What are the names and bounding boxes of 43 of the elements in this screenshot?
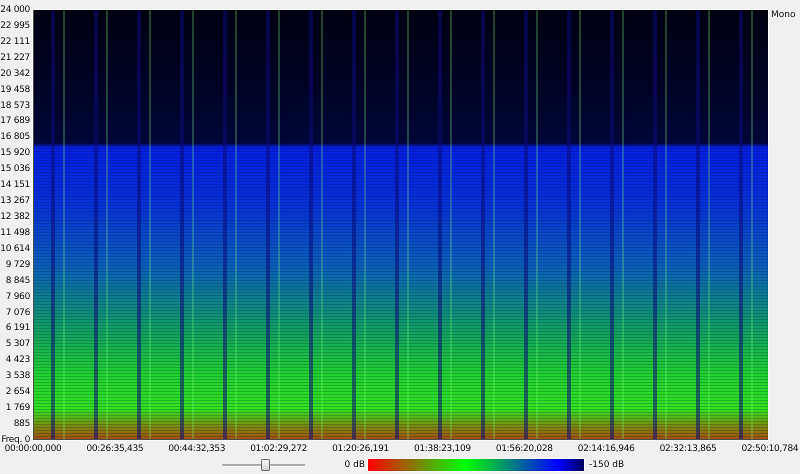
slider-thumb[interactable]	[261, 459, 270, 471]
y-axis-label: Freq. 0	[1, 434, 30, 445]
zoom-slider[interactable]	[222, 459, 305, 471]
y-axis-label: 15 920	[0, 147, 31, 160]
y-axis-label: 18 573	[0, 100, 31, 112]
x-axis-label: 01:02:29,272	[249, 444, 308, 454]
x-axis-label: 02:32:13,865	[658, 444, 718, 454]
y-axis-label: 13 267	[0, 195, 31, 208]
channel-label: Mono	[770, 9, 796, 22]
scale-min-label: -150 dB	[589, 460, 624, 470]
y-axis-label: 1 769	[6, 402, 31, 414]
y-axis-label: 8 845	[6, 274, 31, 287]
y-axis-label: 21 227	[0, 52, 31, 64]
y-axis-label: 10 614	[0, 242, 31, 255]
y-axis-label: 19 458	[0, 84, 31, 96]
y-axis-label: 24 000	[0, 4, 31, 16]
y-axis-label: 15 036	[0, 163, 31, 176]
y-axis-label: 17 689	[0, 115, 31, 128]
x-axis-label: 00:44:32,353	[167, 444, 226, 454]
y-axis-label: 22 111	[0, 36, 31, 48]
y-axis-label: 14 151	[0, 179, 31, 192]
x-axis-label: 02:50:10,784	[740, 444, 800, 454]
y-axis-label: 11 498	[0, 226, 31, 239]
y-axis-label: 16 805	[0, 131, 31, 144]
y-axis-label: 3 538	[6, 370, 31, 382]
x-axis-label: 01:38:23,109	[412, 444, 472, 454]
x-axis-label: 01:20:26,191	[331, 444, 390, 454]
y-axis-label: 9 729	[6, 258, 31, 271]
y-axis-label: 5 307	[6, 338, 31, 350]
y-axis-label: 20 342	[0, 68, 31, 80]
y-axis-label: 6 191	[6, 322, 31, 334]
x-axis-label: 00:26:35,435	[85, 444, 144, 454]
y-axis-label: 885	[14, 418, 31, 430]
y-axis-label: 22 995	[0, 20, 31, 32]
x-axis-label: 02:14:16,946	[576, 444, 636, 454]
y-axis-label: 7 960	[6, 290, 31, 303]
scale-max-label: 0 dB	[344, 460, 366, 470]
y-axis-label: 7 076	[6, 306, 31, 319]
y-axis-label: 4 423	[6, 354, 31, 366]
y-axis-label: 12 382	[0, 210, 31, 223]
y-axis-label: 2 654	[6, 386, 31, 398]
x-axis-label: 01:56:20,028	[494, 444, 554, 454]
x-axis-label: 00:00:00,000	[4, 444, 62, 454]
